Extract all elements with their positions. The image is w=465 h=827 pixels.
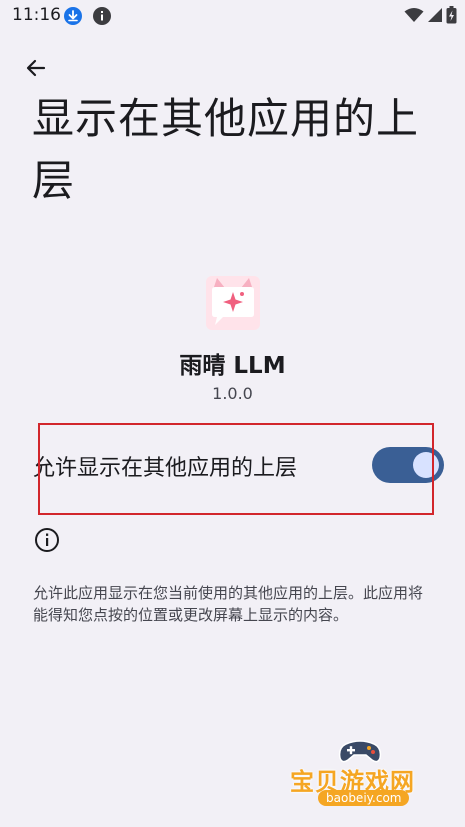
- watermark-url: baobeiy.com: [318, 790, 410, 806]
- switch-thumb: [413, 452, 439, 478]
- download-icon: [64, 7, 82, 25]
- info-icon: [93, 7, 111, 25]
- permission-description: 允许此应用显示在您当前使用的其他应用的上层。此应用将能得知您点按的位置或更改屏幕…: [33, 584, 424, 624]
- app-logo: [206, 276, 260, 330]
- status-time: 11:16: [12, 5, 61, 25]
- battery-icon: [446, 6, 457, 24]
- app-name: 雨晴 LLM: [179, 353, 286, 379]
- allow-overlay-switch[interactable]: [372, 447, 444, 483]
- watermark: 宝贝游戏网 baobeiy.com: [290, 738, 440, 818]
- wifi-icon: [404, 8, 424, 22]
- allow-overlay-label: 允许显示在其他应用的上层: [33, 456, 298, 481]
- gamepad-icon: [338, 740, 382, 763]
- back-button[interactable]: [18, 50, 54, 86]
- allow-overlay-row[interactable]: 允许显示在其他应用的上层: [0, 430, 465, 502]
- page-title: 显示在其他应用的上层: [32, 94, 420, 205]
- status-bar: 11:16: [0, 0, 465, 32]
- arrow-left-icon: [26, 59, 46, 77]
- info-outline-icon: [35, 528, 59, 552]
- app-version: 1.0.0: [212, 384, 253, 403]
- signal-icon: [428, 8, 442, 22]
- status-icons: [404, 5, 457, 25]
